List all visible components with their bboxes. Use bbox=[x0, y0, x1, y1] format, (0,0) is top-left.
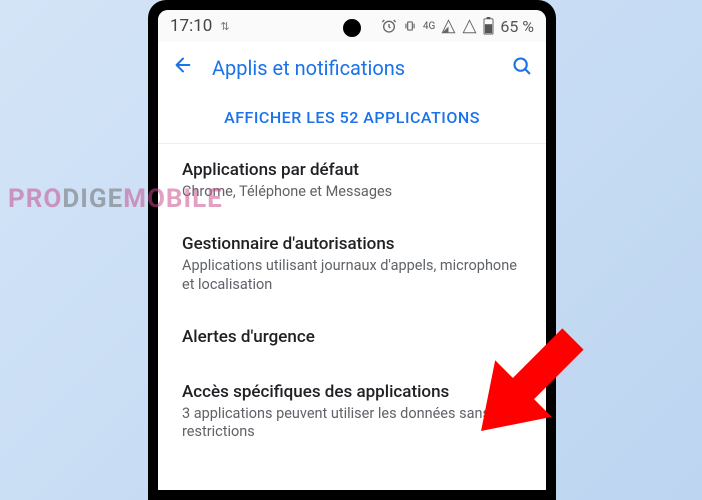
app-bar: Applis et notifications bbox=[158, 42, 546, 94]
vibrate-icon bbox=[403, 19, 417, 33]
settings-item-subtitle: Chrome, Téléphone et Messages bbox=[182, 183, 530, 202]
battery-icon bbox=[483, 17, 494, 35]
settings-item-special-access[interactable]: Accès spécifiques des applications 3 app… bbox=[182, 366, 546, 459]
signal-2-icon bbox=[462, 19, 477, 34]
settings-item-title: Gestionnaire d'autorisations bbox=[182, 234, 530, 254]
settings-item-title: Accès spécifiques des applications bbox=[182, 382, 530, 402]
settings-item-title: Alertes d'urgence bbox=[182, 327, 530, 347]
show-all-apps-button[interactable]: AFFICHER LES 52 APPLICATIONS bbox=[158, 94, 546, 144]
settings-item-permissions[interactable]: Gestionnaire d'autorisations Application… bbox=[182, 218, 546, 311]
status-left: 17:10 ⇅ bbox=[170, 16, 230, 36]
watermark-mobile: MOBILE bbox=[123, 184, 223, 214]
settings-item-title: Applications par défaut bbox=[182, 160, 530, 180]
phone-screen: 17:10 ⇅ 4G 65 % bbox=[158, 10, 546, 490]
status-time: 17:10 bbox=[170, 16, 212, 36]
watermark-pro: PRO bbox=[8, 184, 62, 214]
near-field-icon: ⇅ bbox=[220, 20, 229, 33]
network-label: 4G bbox=[423, 21, 435, 32]
settings-item-subtitle: 3 applications peuvent utiliser les donn… bbox=[182, 405, 530, 443]
settings-item-emergency-alerts[interactable]: Alertes d'urgence bbox=[182, 311, 546, 366]
camera-notch bbox=[343, 19, 361, 37]
phone-frame: 17:10 ⇅ 4G 65 % bbox=[148, 0, 556, 500]
signal-icon bbox=[441, 19, 456, 34]
back-button[interactable] bbox=[172, 54, 194, 82]
settings-item-default-apps[interactable]: Applications par défaut Chrome, Téléphon… bbox=[182, 144, 546, 218]
settings-item-subtitle: Applications utilisant journaux d'appels… bbox=[182, 257, 530, 295]
watermark-dige: DIGE bbox=[62, 184, 123, 214]
page-title: Applis et notifications bbox=[212, 56, 493, 80]
battery-percent: 65 % bbox=[500, 17, 534, 36]
show-all-apps-label: AFFICHER LES 52 APPLICATIONS bbox=[224, 108, 480, 127]
watermark: PRODIGEMOBILE bbox=[8, 184, 223, 214]
status-right: 4G 65 % bbox=[381, 17, 534, 36]
search-button[interactable] bbox=[511, 55, 532, 81]
alarm-icon bbox=[381, 18, 397, 34]
